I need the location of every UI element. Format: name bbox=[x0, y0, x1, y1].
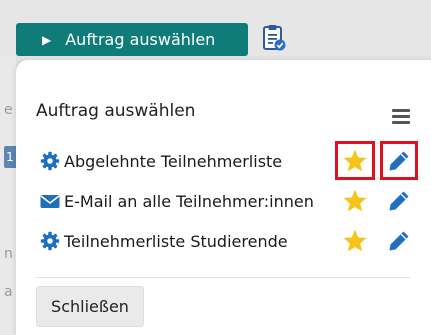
gear-icon bbox=[40, 151, 60, 171]
star-icon[interactable] bbox=[342, 148, 368, 174]
background-text: n bbox=[4, 246, 13, 262]
popup-title: Auftrag auswählen bbox=[36, 101, 196, 121]
order-item-students-list[interactable]: Teilnehmerliste Studierende bbox=[40, 226, 288, 256]
order-item-label: E-Mail an alle Teilnehmer:innen bbox=[64, 191, 314, 211]
order-popup: Auftrag auswählen Abgelehnte Teilnehmerl… bbox=[16, 60, 431, 335]
star-icon[interactable] bbox=[342, 188, 368, 214]
pencil-icon[interactable] bbox=[388, 230, 410, 252]
clipboard-check-icon[interactable] bbox=[262, 24, 286, 52]
order-item-rejected-participants[interactable]: Abgelehnte Teilnehmerliste bbox=[40, 146, 282, 176]
screen: e 1 n a ▶ Auftrag auswählen Auftrag ausw… bbox=[0, 0, 431, 335]
gear-icon bbox=[40, 231, 60, 251]
background-badge: 1 bbox=[4, 146, 16, 168]
select-order-button-label: Auftrag auswählen bbox=[65, 30, 216, 49]
pencil-icon[interactable] bbox=[388, 190, 410, 212]
caret-right-icon: ▶ bbox=[42, 32, 52, 47]
close-button[interactable]: Schließen bbox=[36, 286, 144, 327]
select-order-button[interactable]: ▶ Auftrag auswählen bbox=[16, 23, 248, 56]
hamburger-icon[interactable] bbox=[392, 109, 410, 124]
order-item-label: Teilnehmerliste Studierende bbox=[64, 231, 288, 251]
divider bbox=[36, 277, 410, 278]
background-text: e bbox=[4, 102, 13, 118]
background-text: a bbox=[4, 284, 13, 300]
order-item-email-all[interactable]: E-Mail an alle Teilnehmer:innen bbox=[40, 186, 314, 216]
pencil-icon[interactable] bbox=[388, 150, 410, 172]
order-item-label: Abgelehnte Teilnehmerliste bbox=[64, 151, 283, 171]
envelope-icon bbox=[40, 195, 60, 208]
star-icon[interactable] bbox=[342, 228, 368, 254]
